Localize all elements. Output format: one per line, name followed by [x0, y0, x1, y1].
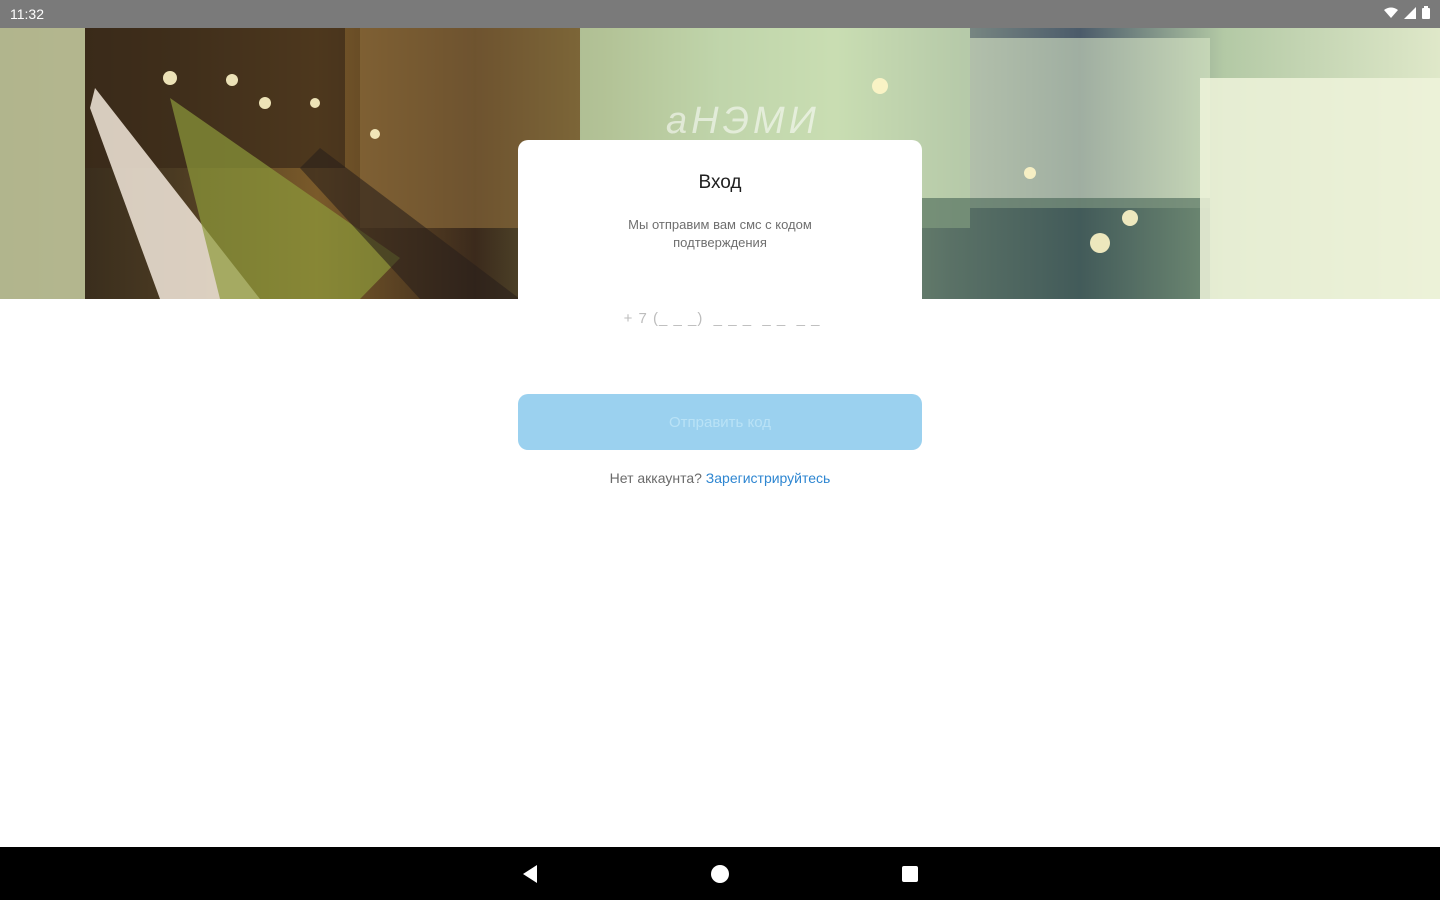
login-title: Вход	[698, 172, 742, 193]
phone-input[interactable]	[518, 300, 926, 336]
status-time: 11:32	[10, 6, 44, 22]
system-nav-bar	[0, 847, 1440, 900]
no-account-text: Нет аккаунта?	[609, 470, 702, 486]
battery-icon	[1422, 6, 1430, 22]
login-subtitle: Мы отправим вам смс с кодом подтверждени…	[628, 217, 812, 250]
home-icon[interactable]	[700, 854, 740, 894]
status-icons	[1384, 6, 1430, 22]
recents-icon[interactable]	[890, 854, 930, 894]
register-row: Нет аккаунта? Зарегистрируйтесь	[0, 470, 1440, 486]
register-link[interactable]: Зарегистрируйтесь	[706, 470, 831, 486]
app-logo: аНЭМИ	[666, 100, 820, 142]
back-icon[interactable]	[510, 854, 550, 894]
status-bar: 11:32	[0, 0, 1440, 28]
signal-icon	[1404, 6, 1416, 22]
login-card: Вход Мы отправим вам смс с кодом подтвер…	[518, 140, 922, 300]
wifi-icon	[1384, 6, 1398, 22]
send-code-button[interactable]: Отправить код	[518, 394, 922, 450]
